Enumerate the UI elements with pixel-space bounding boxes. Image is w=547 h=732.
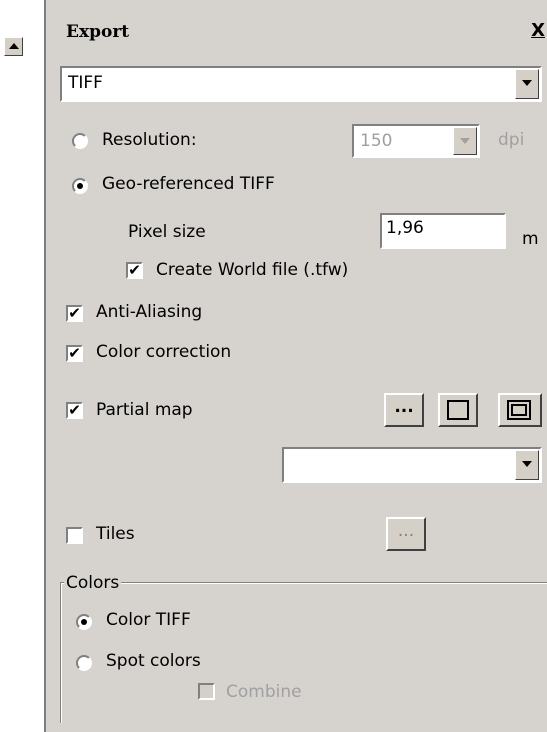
antialias-label: Anti-Aliasing — [96, 302, 203, 322]
world-file-checkbox[interactable]: ✔ — [126, 262, 143, 279]
export-panel: Export X TIFF Resolution: 150 dpi Geo-re… — [46, 0, 547, 732]
tiles-browse-button[interactable]: ... — [386, 517, 426, 551]
pixel-size-input[interactable]: 1,96 — [380, 213, 506, 249]
color-tiff-label: Color TIFF — [106, 610, 191, 630]
rectangle-icon — [447, 400, 469, 420]
tiles-label: Tiles — [96, 524, 135, 544]
color-correction-label: Color correction — [96, 342, 232, 362]
pixel-size-label: Pixel size — [128, 222, 206, 242]
resolution-radio[interactable] — [72, 133, 88, 149]
resolution-dropdown-button[interactable] — [453, 127, 477, 155]
export-window: Export X TIFF Resolution: 150 dpi Geo-re… — [0, 0, 547, 732]
spot-colors-label: Spot colors — [106, 651, 201, 671]
partial-map-browse-button[interactable]: ... — [384, 393, 424, 427]
antialias-checkbox[interactable]: ✔ — [66, 305, 83, 322]
spot-colors-radio[interactable] — [76, 655, 92, 671]
panel-title: Export — [66, 22, 130, 42]
left-strip — [0, 0, 46, 732]
tiles-checkbox[interactable] — [66, 527, 83, 544]
close-button[interactable]: X — [531, 20, 545, 41]
format-select-value: TIFF — [68, 73, 103, 93]
scroll-up-button[interactable] — [4, 37, 23, 56]
resolution-value: 150 — [360, 131, 393, 151]
world-file-label: Create World file (.tfw) — [156, 260, 349, 280]
format-select[interactable]: TIFF — [60, 66, 542, 102]
colors-group-label: Colors — [64, 573, 122, 593]
pixel-size-unit: m — [522, 229, 539, 249]
partial-map-rect-button[interactable] — [438, 393, 478, 427]
georef-radio[interactable] — [72, 178, 88, 194]
partial-map-checkbox[interactable]: ✔ — [66, 402, 83, 419]
combine-checkbox[interactable] — [198, 683, 215, 700]
resolution-unit: dpi — [498, 130, 525, 150]
combine-label: Combine — [226, 682, 302, 702]
resolution-select[interactable]: 150 — [352, 124, 480, 158]
partial-map-label: Partial map — [96, 400, 193, 420]
frame-inner-icon — [511, 404, 527, 416]
resolution-label: Resolution: — [102, 130, 197, 150]
partial-map-dropdown-button[interactable] — [515, 450, 539, 480]
partial-map-frame-button[interactable] — [498, 393, 542, 427]
color-tiff-radio[interactable] — [76, 614, 92, 630]
partial-map-select[interactable] — [282, 447, 542, 483]
format-dropdown-button[interactable] — [515, 69, 539, 99]
georef-label: Geo-referenced TIFF — [102, 174, 275, 194]
color-correction-checkbox[interactable]: ✔ — [66, 345, 83, 362]
